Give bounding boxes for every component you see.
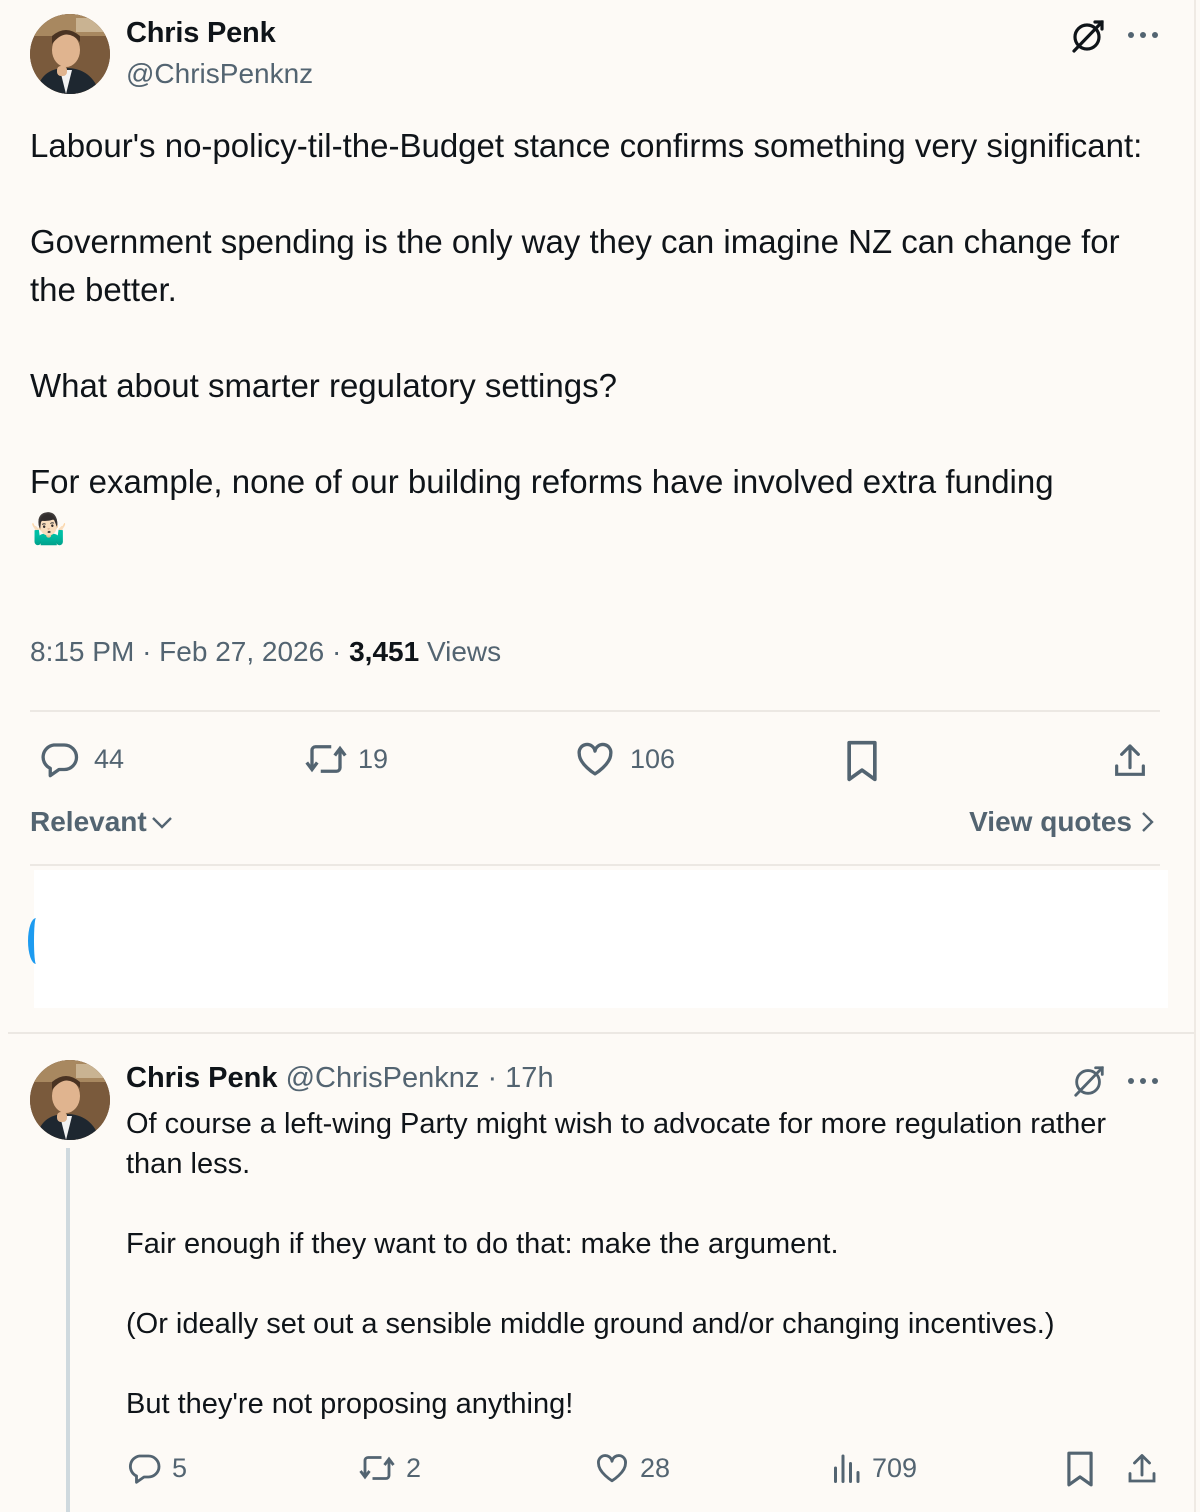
divider	[30, 710, 1160, 712]
reply-icon	[128, 1454, 161, 1484]
tweet-paragraph: Government spending is the only way they…	[30, 223, 1120, 308]
reply-text: Of course a left-wing Party might wish t…	[126, 1104, 1136, 1424]
loading-indicator	[28, 918, 44, 964]
repost-button[interactable]: 2	[356, 1450, 421, 1486]
divider	[30, 864, 1160, 866]
reply-icon	[41, 743, 79, 778]
reply-paragraph: Fair enough if they want to do that: mak…	[126, 1228, 839, 1260]
tweet-paragraph: What about smarter regulatory settings?	[30, 367, 617, 404]
repost-icon	[359, 1456, 395, 1480]
tweet-text: Labour's no-policy-til-the-Budget stance…	[30, 122, 1160, 554]
share-icon[interactable]	[1108, 738, 1152, 784]
sort-label: Relevant	[30, 806, 147, 837]
analytics-button[interactable]: 709	[830, 1450, 917, 1486]
like-count: 28	[640, 1452, 671, 1483]
divider	[8, 1032, 1194, 1034]
avatar[interactable]	[30, 14, 110, 94]
tweet-metadata: 8:15 PM · Feb 27, 2026 · 3,451 Views	[30, 636, 502, 667]
tweet-paragraph: Labour's no-policy-til-the-Budget stance…	[30, 127, 1143, 164]
bookmark-icon[interactable]	[840, 738, 884, 784]
reply-age[interactable]: · 17h	[487, 1062, 553, 1094]
thread-line	[66, 1148, 70, 1512]
grok-icon[interactable]	[1070, 1062, 1108, 1100]
like-button[interactable]: 106	[574, 738, 675, 780]
like-icon	[597, 1454, 627, 1483]
column-border	[1194, 0, 1196, 1512]
repost-count: 2	[406, 1452, 422, 1483]
reply-author-handle[interactable]: @ChrisPenknz	[286, 1062, 480, 1094]
bookmark-icon[interactable]	[1062, 1450, 1098, 1488]
like-button[interactable]: 28	[594, 1450, 670, 1486]
avatar[interactable]	[30, 1060, 110, 1140]
reply-paragraph: Of course a left-wing Party might wish t…	[126, 1108, 1106, 1180]
analytics-icon	[834, 1454, 860, 1483]
more-icon[interactable]	[1124, 1066, 1162, 1096]
reply-header: Chris Penk @ChrisPenknz · 17h	[126, 1062, 554, 1095]
like-icon	[577, 742, 613, 776]
author-handle[interactable]: @ChrisPenknz	[126, 58, 313, 90]
views-count: 709	[872, 1452, 918, 1483]
chevron-down-icon	[151, 817, 172, 829]
reply-paragraph: (Or ideally set out a sensible middle gr…	[126, 1308, 1055, 1340]
reply-count: 5	[172, 1452, 188, 1483]
chevron-right-icon	[1142, 812, 1154, 832]
tweet-time[interactable]: 8:15 PM	[30, 636, 134, 667]
tweet-date[interactable]: Feb 27, 2026	[159, 636, 324, 667]
reply-composer-area[interactable]	[34, 870, 1168, 1008]
view-quotes-link[interactable]: View quotes	[969, 806, 1154, 838]
tweet-paragraph: For example, none of our building reform…	[30, 463, 1054, 500]
grok-icon[interactable]	[1068, 16, 1108, 56]
reply-author-name[interactable]: Chris Penk	[126, 1062, 278, 1094]
share-icon[interactable]	[1122, 1450, 1162, 1488]
views-count: 3,451	[349, 636, 420, 667]
view-quotes-label: View quotes	[969, 806, 1132, 837]
reply-count: 44	[94, 743, 125, 774]
reply-button[interactable]: 5	[126, 1450, 187, 1486]
author-name[interactable]: Chris Penk	[126, 17, 276, 50]
repost-button[interactable]: 19	[302, 738, 388, 780]
reply-paragraph: But they're not proposing anything!	[126, 1388, 574, 1420]
like-count: 106	[630, 743, 676, 774]
sort-dropdown[interactable]: Relevant	[30, 806, 173, 838]
repost-icon	[305, 745, 347, 773]
reply-button[interactable]: 44	[38, 738, 124, 780]
more-icon[interactable]	[1124, 20, 1162, 50]
shrug-emoji: 🤷🏻‍♂️	[30, 513, 68, 546]
views-label: Views	[426, 636, 502, 667]
repost-count: 19	[358, 743, 389, 774]
